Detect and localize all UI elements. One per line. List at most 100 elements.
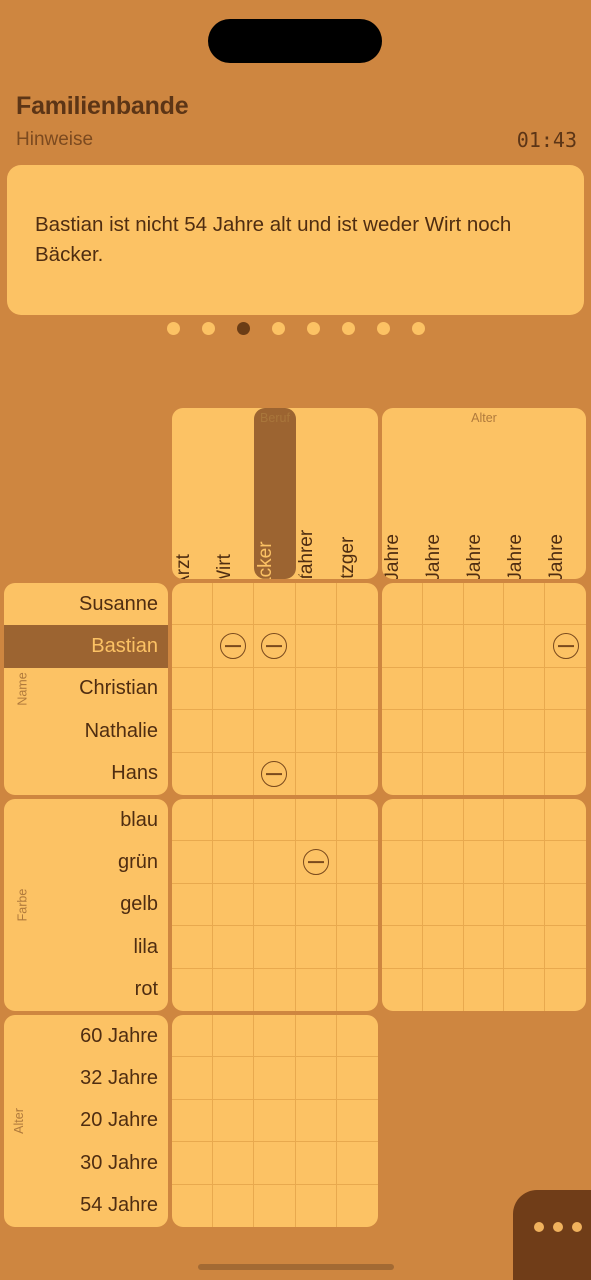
pagination-dot[interactable] — [166, 322, 180, 335]
grid-cell[interactable] — [336, 1015, 378, 1058]
grid-cell[interactable] — [504, 968, 546, 1011]
grid-cell[interactable] — [254, 1184, 296, 1227]
grid-cell[interactable] — [213, 1057, 255, 1100]
grid-cell[interactable] — [295, 841, 337, 884]
grid-cell[interactable] — [213, 926, 255, 969]
pagination-dot[interactable] — [201, 322, 215, 335]
pagination-dot[interactable] — [306, 322, 320, 335]
grid-cell[interactable] — [422, 667, 464, 711]
grid-cell[interactable] — [172, 583, 214, 626]
grid-cell[interactable] — [463, 667, 505, 711]
grid-cell[interactable] — [213, 583, 255, 626]
grid-cell[interactable] — [504, 625, 546, 668]
grid-cell[interactable] — [172, 1015, 214, 1058]
grid-cell[interactable] — [464, 752, 505, 795]
grid-cell[interactable] — [295, 710, 337, 753]
grid-cell[interactable] — [172, 1057, 214, 1100]
grid-cell[interactable] — [422, 625, 464, 668]
grid-cell[interactable] — [382, 926, 423, 969]
grid-cell[interactable] — [545, 969, 586, 1011]
row-header-farbe-3[interactable]: lila — [4, 926, 168, 968]
column-header-beruf-2[interactable]: Bäcker — [254, 408, 296, 579]
column-header-alter-0[interactable]: 60 Jahre — [382, 408, 423, 579]
column-header-alter-4[interactable]: 54 Jahre — [545, 408, 586, 579]
grid-cell[interactable] — [336, 1142, 378, 1185]
grid-cell[interactable] — [382, 625, 423, 668]
grid-cell[interactable] — [337, 753, 378, 795]
grid-cell[interactable] — [295, 799, 337, 842]
grid-cell[interactable] — [172, 1184, 214, 1227]
grid-cell[interactable] — [337, 969, 378, 1011]
row-header-name-2[interactable]: Christian — [4, 668, 168, 710]
grid-cell[interactable] — [254, 710, 296, 753]
pagination-dot[interactable] — [376, 322, 390, 335]
grid-cell[interactable] — [296, 1184, 337, 1227]
grid-cell[interactable] — [336, 884, 378, 927]
grid-cell[interactable] — [254, 799, 296, 842]
grid-cell[interactable] — [382, 883, 423, 927]
grid-cell[interactable] — [295, 583, 337, 626]
row-header-farbe-0[interactable]: blau — [4, 799, 168, 841]
grid-cell[interactable] — [213, 841, 255, 884]
grid-cell[interactable] — [422, 841, 464, 884]
grid-cell[interactable] — [254, 968, 296, 1011]
row-header-name-4[interactable]: Hans — [4, 753, 168, 795]
grid-cell[interactable] — [213, 1099, 255, 1143]
grid-cell[interactable] — [254, 1099, 296, 1143]
grid-cell[interactable] — [463, 583, 505, 626]
grid-cell[interactable] — [504, 883, 546, 927]
grid-cell[interactable] — [254, 583, 296, 626]
grid-cell[interactable] — [382, 583, 423, 626]
grid-cell[interactable] — [172, 1142, 214, 1185]
grid-cell[interactable] — [382, 968, 423, 1011]
grid-cell[interactable] — [337, 1185, 378, 1227]
grid-cell[interactable] — [213, 1184, 255, 1227]
grid-cell[interactable] — [172, 710, 214, 753]
grid-cell[interactable] — [336, 668, 378, 711]
grid-cell[interactable] — [172, 841, 214, 884]
grid-cell[interactable] — [336, 1100, 378, 1143]
grid-cell[interactable] — [254, 926, 296, 969]
row-header-alter-2[interactable]: 20 Jahre — [4, 1100, 168, 1142]
row-header-farbe-2[interactable]: gelb — [4, 884, 168, 926]
matrix-alter-beruf[interactable] — [172, 1015, 378, 1227]
grid-cell[interactable] — [464, 968, 505, 1011]
grid-cell[interactable] — [295, 1015, 337, 1058]
row-header-name-3[interactable]: Nathalie — [4, 710, 168, 752]
grid-cell[interactable] — [172, 625, 214, 668]
grid-cell[interactable] — [172, 883, 214, 927]
matrix-farbe-alter[interactable] — [382, 799, 586, 1011]
grid-cell[interactable] — [545, 753, 586, 795]
grid-cell[interactable] — [423, 968, 464, 1011]
grid-cell[interactable] — [336, 799, 378, 842]
grid-cell[interactable] — [172, 799, 214, 842]
grid-cell[interactable] — [382, 841, 423, 884]
grid-cell[interactable] — [382, 799, 423, 842]
grid-cell[interactable] — [213, 710, 255, 753]
grid-cell[interactable] — [254, 625, 296, 668]
column-header-beruf-1[interactable]: Wirt — [213, 408, 254, 579]
more-options-button[interactable] — [513, 1190, 591, 1280]
grid-cell[interactable] — [295, 667, 337, 711]
grid-cell[interactable] — [172, 1099, 214, 1143]
column-header-beruf-3[interactable]: Busfahrer — [296, 408, 337, 579]
grid-cell[interactable] — [296, 752, 337, 795]
grid-cell[interactable] — [172, 752, 214, 795]
column-header-alter-1[interactable]: 32 Jahre — [423, 408, 464, 579]
grid-cell[interactable] — [296, 968, 337, 1011]
grid-cell[interactable] — [422, 710, 464, 753]
grid-cell[interactable] — [545, 884, 586, 927]
row-header-alter-4[interactable]: 54 Jahre — [4, 1185, 168, 1227]
grid-cell[interactable] — [295, 1099, 337, 1143]
grid-cell[interactable] — [545, 668, 586, 711]
grid-cell[interactable] — [463, 883, 505, 927]
grid-cell[interactable] — [382, 710, 423, 753]
grid-cell[interactable] — [254, 752, 296, 795]
row-header-farbe-1[interactable]: grün — [4, 841, 168, 883]
grid-cell[interactable] — [463, 625, 505, 668]
grid-cell[interactable] — [254, 1015, 296, 1058]
grid-cell[interactable] — [463, 799, 505, 842]
grid-cell[interactable] — [213, 883, 255, 927]
grid-cell[interactable] — [336, 1057, 378, 1100]
grid-cell[interactable] — [213, 968, 255, 1011]
